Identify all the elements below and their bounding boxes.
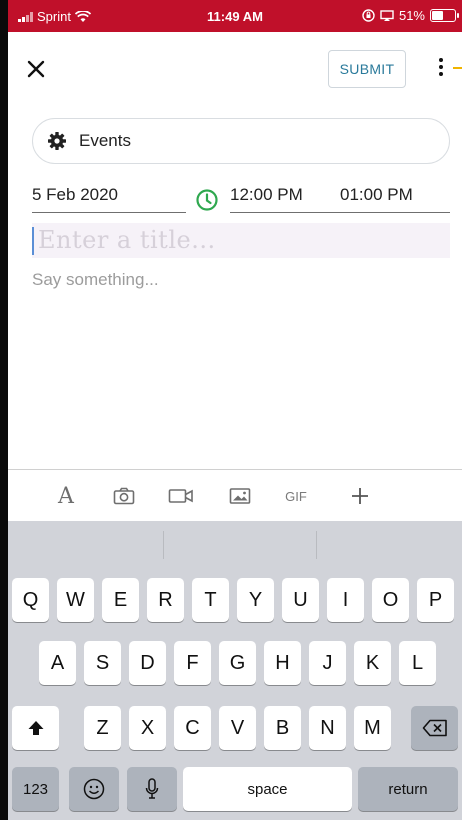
- key-s[interactable]: S: [84, 641, 121, 685]
- text-format-icon[interactable]: A: [48, 470, 84, 522]
- key-r[interactable]: R: [147, 578, 184, 622]
- battery-icon: [430, 9, 459, 22]
- app-screen: Sprint 11:49 AM 51% SUBMIT Events 5 Feb …: [8, 0, 462, 820]
- battery-level: [432, 11, 443, 20]
- status-bar: Sprint 11:49 AM 51%: [8, 0, 462, 32]
- key-j[interactable]: J: [309, 641, 346, 685]
- orientation-lock-icon: [362, 9, 375, 22]
- numbers-key[interactable]: 123: [12, 767, 59, 811]
- key-p[interactable]: P: [417, 578, 454, 622]
- plus-icon[interactable]: [342, 470, 378, 522]
- key-e[interactable]: E: [102, 578, 139, 622]
- emoji-key[interactable]: [69, 767, 119, 811]
- suggestion-bar: [8, 521, 462, 571]
- more-options-icon[interactable]: [433, 56, 449, 82]
- date-field[interactable]: 5 Feb 2020: [32, 182, 186, 213]
- emoji-icon: [83, 778, 105, 800]
- key-b[interactable]: B: [264, 706, 301, 750]
- camera-icon[interactable]: [106, 470, 142, 522]
- key-l[interactable]: L: [399, 641, 436, 685]
- key-g[interactable]: G: [219, 641, 256, 685]
- key-y[interactable]: Y: [237, 578, 274, 622]
- submit-button[interactable]: SUBMIT: [328, 50, 406, 88]
- close-icon[interactable]: [24, 57, 48, 81]
- key-o[interactable]: O: [372, 578, 409, 622]
- key-u[interactable]: U: [282, 578, 319, 622]
- category-label: Events: [79, 131, 131, 150]
- key-c[interactable]: C: [174, 706, 211, 750]
- return-key[interactable]: return: [358, 767, 458, 811]
- title-input[interactable]: Enter a title...: [32, 223, 450, 258]
- formatting-toolbar: A GIF: [8, 469, 462, 521]
- key-q[interactable]: Q: [12, 578, 49, 622]
- key-z[interactable]: Z: [84, 706, 121, 750]
- edge-accent: [453, 67, 462, 69]
- key-x[interactable]: X: [129, 706, 166, 750]
- image-icon[interactable]: [222, 470, 258, 522]
- shift-key[interactable]: [12, 706, 59, 750]
- key-w[interactable]: W: [57, 578, 94, 622]
- time-range: 12:00 PM 01:00 PM: [230, 182, 450, 213]
- suggestion-separator: [163, 531, 164, 559]
- backspace-key[interactable]: [411, 706, 458, 750]
- text-cursor: [32, 227, 34, 255]
- key-a[interactable]: A: [39, 641, 76, 685]
- body-input[interactable]: Say something...: [32, 270, 159, 290]
- gif-button[interactable]: GIF: [278, 470, 314, 522]
- status-right: 51%: [362, 8, 459, 23]
- clock-icon: [196, 189, 218, 211]
- backspace-icon: [422, 719, 447, 737]
- key-t[interactable]: T: [192, 578, 229, 622]
- key-v[interactable]: V: [219, 706, 256, 750]
- suggestion-separator: [316, 531, 317, 559]
- key-d[interactable]: D: [129, 641, 166, 685]
- microphone-icon: [145, 778, 159, 799]
- keyboard: Q W E R T Y U I O P A S D F G H J K L Z …: [8, 521, 462, 820]
- video-icon[interactable]: [163, 470, 199, 522]
- title-placeholder: Enter a title...: [38, 226, 216, 254]
- key-i[interactable]: I: [327, 578, 364, 622]
- space-key[interactable]: space: [183, 767, 352, 811]
- end-time-field[interactable]: 01:00 PM: [340, 185, 413, 205]
- battery-percent: 51%: [398, 8, 425, 23]
- gear-icon: [48, 132, 66, 150]
- dictation-key[interactable]: [127, 767, 177, 811]
- key-h[interactable]: H: [264, 641, 301, 685]
- start-time-field[interactable]: 12:00 PM: [230, 185, 303, 205]
- key-n[interactable]: N: [309, 706, 346, 750]
- key-m[interactable]: M: [354, 706, 391, 750]
- category-selector[interactable]: Events: [32, 118, 450, 164]
- key-f[interactable]: F: [174, 641, 211, 685]
- screen-mirroring-icon: [380, 9, 394, 21]
- shift-icon: [28, 721, 43, 735]
- key-k[interactable]: K: [354, 641, 391, 685]
